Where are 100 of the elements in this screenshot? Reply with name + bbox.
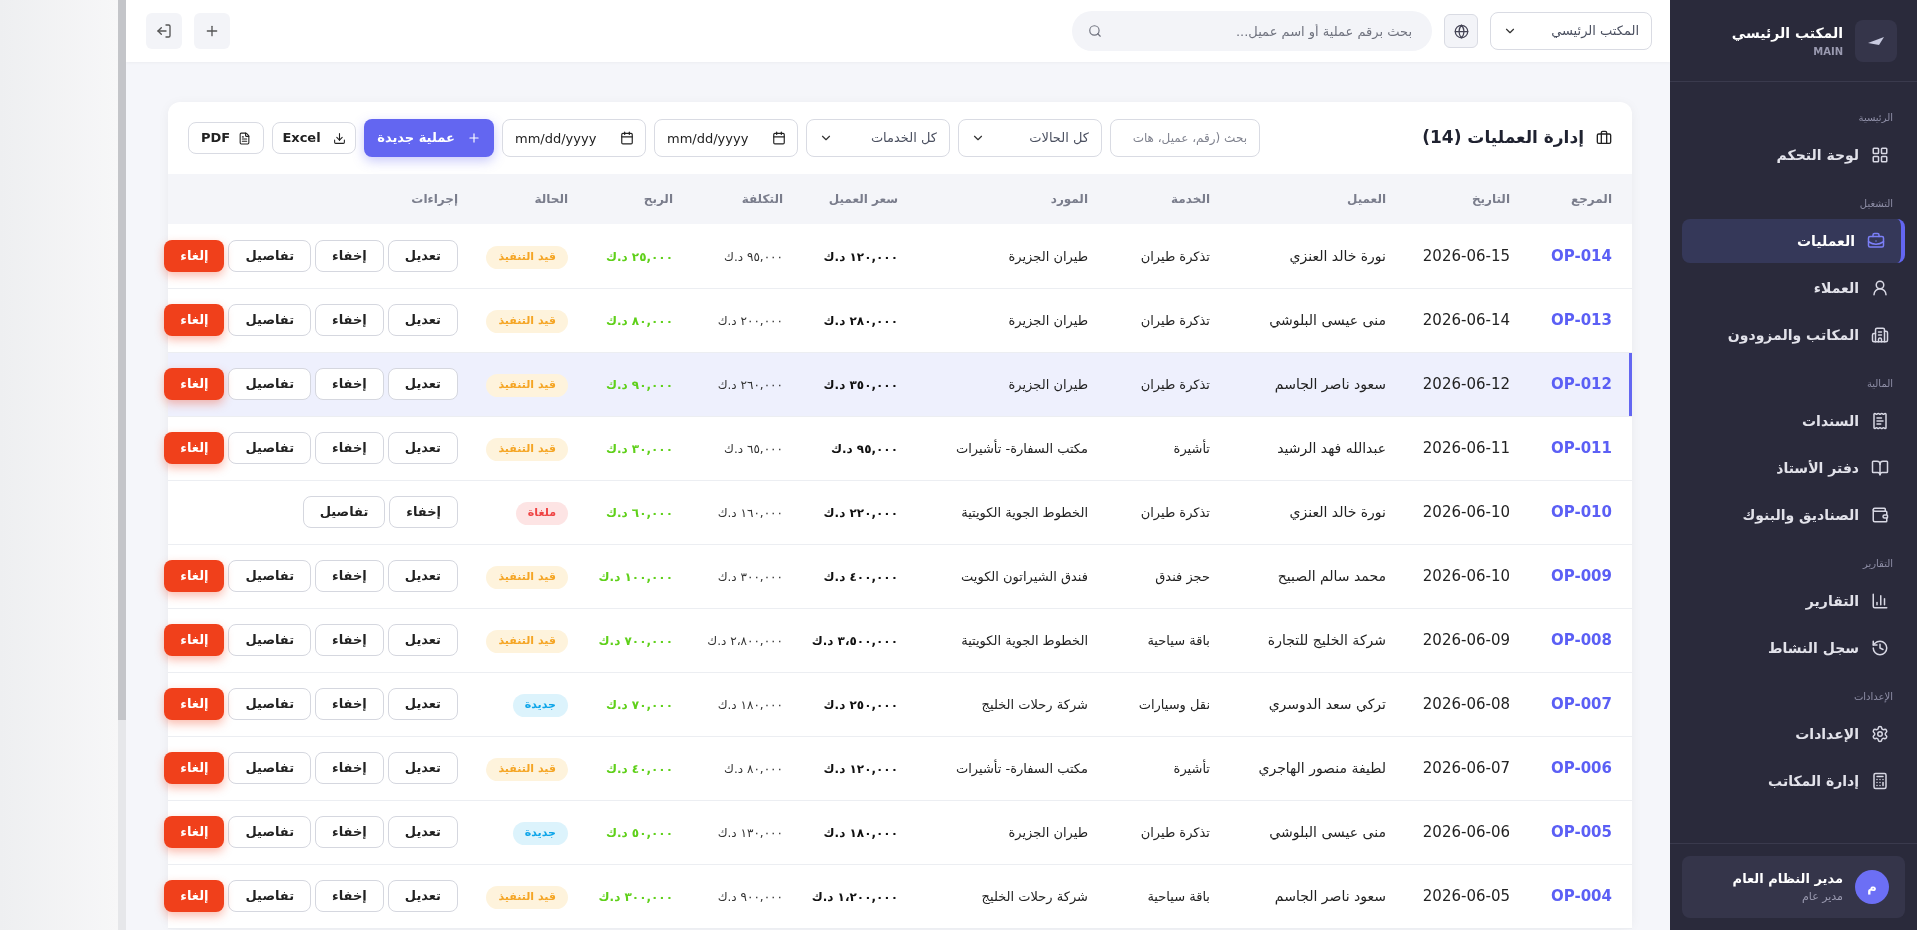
scrollbar-thumb[interactable] bbox=[118, 0, 126, 720]
cancel-button[interactable]: إلغاء bbox=[164, 239, 225, 272]
action-button[interactable]: تفاصيل bbox=[228, 432, 312, 464]
date-cell: 2026-06-15 bbox=[1422, 246, 1510, 265]
action-button[interactable]: تفاصيل bbox=[228, 624, 312, 656]
action-button[interactable]: إخفاء bbox=[389, 496, 458, 528]
action-button[interactable]: إخفاء bbox=[315, 880, 384, 912]
user-card[interactable]: م مدير النظام العام مدير عام bbox=[1682, 856, 1905, 918]
action-button[interactable]: تعديل bbox=[387, 432, 458, 464]
nav-item[interactable]: التقارير bbox=[1682, 579, 1905, 623]
date-field[interactable]: mm/dd/yyyy bbox=[654, 119, 798, 157]
cancel-button[interactable]: إلغاء bbox=[164, 560, 225, 592]
logout-button[interactable] bbox=[146, 13, 182, 49]
calculator-icon bbox=[1871, 772, 1889, 790]
add-button[interactable] bbox=[194, 13, 230, 49]
cost-cell: ٢٦٠,٠٠٠ د.ك bbox=[717, 378, 783, 392]
cancel-button[interactable]: إلغاء bbox=[164, 752, 225, 784]
action-button[interactable]: إخفاء bbox=[315, 688, 384, 720]
service-cell: تأشيرة bbox=[1173, 441, 1210, 456]
nav-item[interactable]: السندات bbox=[1682, 399, 1905, 443]
cancel-button[interactable]: إلغاء bbox=[164, 304, 225, 336]
nav-item[interactable]: المكاتب والمزودون bbox=[1682, 313, 1905, 357]
action-button[interactable]: إخفاء bbox=[315, 432, 384, 464]
action-button[interactable]: إخفاء bbox=[315, 239, 384, 272]
operations-search-field[interactable]: بحث (رقم، عميل، هات bbox=[1110, 119, 1260, 157]
action-button[interactable]: تعديل bbox=[387, 304, 458, 336]
reference-link[interactable]: OP-013 bbox=[1550, 311, 1612, 329]
action-button[interactable]: تعديل bbox=[387, 560, 458, 592]
action-button[interactable]: تفاصيل bbox=[228, 816, 312, 848]
action-button[interactable]: إخفاء bbox=[315, 368, 384, 400]
action-button[interactable]: إخفاء bbox=[315, 304, 384, 336]
action-button[interactable]: تفاصيل bbox=[228, 752, 312, 784]
status-badge: جديدة bbox=[512, 822, 568, 845]
action-button[interactable]: تعديل bbox=[387, 239, 458, 272]
reference-link[interactable]: OP-009 bbox=[1550, 567, 1612, 585]
client-cell: نورة خالد العنزي bbox=[1289, 247, 1386, 264]
cancel-button[interactable]: إلغاء bbox=[164, 688, 225, 720]
cancel-button[interactable]: إلغاء bbox=[164, 368, 225, 400]
client-cell: لطيفة منصور الهاجري bbox=[1258, 760, 1386, 776]
excel-export-button[interactable]: Excel bbox=[272, 122, 356, 154]
office-select[interactable]: المكتب الرئيسي bbox=[1490, 12, 1652, 50]
client-cell: عبدالله فهد الرشيد bbox=[1277, 440, 1386, 456]
action-button[interactable]: تفاصيل bbox=[228, 880, 312, 912]
cost-cell: ٣٠٠,٠٠٠ د.ك bbox=[717, 570, 783, 584]
action-button[interactable]: تعديل bbox=[387, 624, 458, 656]
nav-item[interactable]: الإعدادات bbox=[1682, 712, 1905, 756]
action-button[interactable]: تعديل bbox=[387, 752, 458, 784]
cancel-button[interactable]: إلغاء bbox=[164, 816, 225, 848]
nav-item[interactable]: العملاء bbox=[1682, 266, 1905, 310]
action-button[interactable]: تعديل bbox=[387, 880, 458, 912]
reference-link[interactable]: OP-011 bbox=[1550, 439, 1612, 457]
action-button[interactable]: إخفاء bbox=[315, 752, 384, 784]
action-button[interactable]: تعديل bbox=[387, 688, 458, 720]
reference-link[interactable]: OP-006 bbox=[1550, 759, 1612, 777]
nav-item[interactable]: العمليات bbox=[1682, 219, 1905, 263]
nav-item[interactable]: لوحة التحكم bbox=[1682, 133, 1905, 177]
reference-link[interactable]: OP-014 bbox=[1550, 246, 1612, 265]
action-button[interactable]: تفاصيل bbox=[228, 688, 312, 720]
action-button[interactable]: إخفاء bbox=[315, 816, 384, 848]
action-button[interactable]: تفاصيل bbox=[228, 239, 312, 272]
reference-link[interactable]: OP-008 bbox=[1550, 631, 1612, 649]
action-button[interactable]: تعديل bbox=[387, 816, 458, 848]
service-cell: نقل وسيارات bbox=[1138, 697, 1210, 712]
reference-link[interactable]: OP-007 bbox=[1550, 695, 1612, 713]
nav-item[interactable]: دفتر الأستاذ bbox=[1682, 446, 1905, 490]
logout-icon bbox=[156, 23, 172, 39]
date-cell: 2026-06-11 bbox=[1422, 439, 1510, 457]
reference-link[interactable]: OP-012 bbox=[1550, 375, 1612, 393]
pdf-export-button[interactable]: PDF bbox=[188, 122, 264, 154]
service-cell: تأشيرة bbox=[1173, 761, 1210, 776]
users-icon bbox=[1871, 279, 1889, 297]
reference-link[interactable]: OP-010 bbox=[1550, 503, 1612, 521]
action-button[interactable]: إخفاء bbox=[315, 624, 384, 656]
cancel-button[interactable]: إلغاء bbox=[164, 880, 225, 912]
nav-item[interactable]: سجل النشاط bbox=[1682, 626, 1905, 670]
supplier-cell: الخطوط الجوية الكويتية bbox=[961, 505, 1088, 520]
action-button[interactable]: تفاصيل bbox=[302, 496, 386, 528]
nav-item[interactable]: إدارة المكاتب bbox=[1682, 759, 1905, 803]
date-field[interactable]: mm/dd/yyyy bbox=[502, 119, 646, 157]
section-label: المالية bbox=[1865, 377, 1894, 391]
service-select[interactable]: كل الخدمات bbox=[806, 119, 950, 157]
action-button[interactable]: إخفاء bbox=[315, 560, 384, 592]
nav-item[interactable]: الصناديق والبنوك bbox=[1682, 493, 1905, 537]
action-button[interactable]: تفاصيل bbox=[228, 560, 312, 592]
price-cell: ٢٨٠,٠٠٠ د.ك bbox=[823, 314, 898, 328]
action-button[interactable]: تفاصيل bbox=[228, 368, 312, 400]
cancel-button[interactable]: إلغاء bbox=[164, 432, 225, 464]
profit-cell: ٤٠,٠٠٠ د.ك bbox=[605, 762, 673, 776]
status-select[interactable]: كل الحالات bbox=[958, 119, 1102, 157]
cost-cell: ١٦٠,٠٠٠ د.ك bbox=[717, 506, 783, 520]
language-button[interactable] bbox=[1444, 14, 1478, 48]
client-cell: سعود ناصر الجاسم bbox=[1274, 376, 1386, 392]
action-button[interactable]: تفاصيل bbox=[228, 304, 312, 336]
reference-link[interactable]: OP-005 bbox=[1550, 823, 1612, 841]
new-operation-button[interactable]: عملية جديدة bbox=[364, 119, 494, 157]
supplier-cell: الخطوط الجوية الكويتية bbox=[961, 633, 1088, 648]
cancel-button[interactable]: إلغاء bbox=[164, 624, 225, 656]
plus-icon bbox=[466, 131, 481, 145]
reference-link[interactable]: OP-004 bbox=[1550, 887, 1612, 905]
action-button[interactable]: تعديل bbox=[387, 368, 458, 400]
